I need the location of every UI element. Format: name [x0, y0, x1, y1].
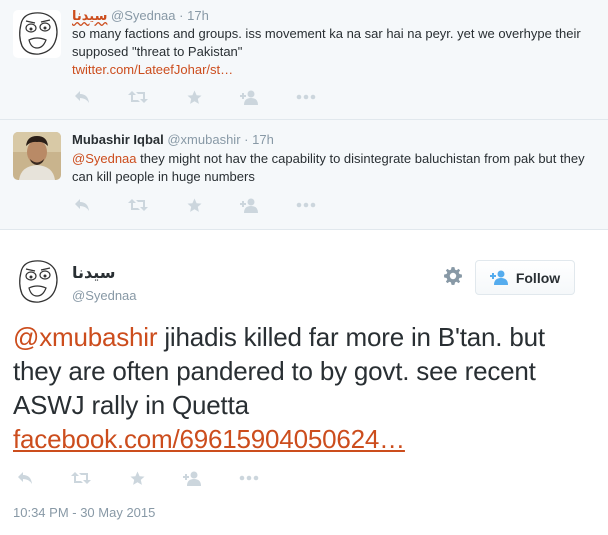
author-name[interactable]: Mubashir Iqbal [72, 132, 164, 147]
more-icon[interactable] [296, 197, 316, 213]
avatar-rageface[interactable] [13, 10, 61, 58]
reply-icon[interactable] [72, 197, 92, 213]
tweet-text: @xmubashir jihadis killed far more in B'… [13, 320, 593, 456]
tweet-link[interactable]: twitter.com/LateefJohar/st… [72, 62, 233, 77]
separator-dot: · [179, 8, 184, 23]
retweet-icon[interactable] [128, 197, 148, 213]
star-icon[interactable] [184, 89, 204, 105]
retweet-icon[interactable] [128, 89, 148, 105]
tweet-text-body: they might not hav the capability to dis… [72, 151, 585, 184]
star-icon[interactable] [127, 470, 147, 486]
author-name[interactable]: سیدنا [72, 8, 107, 23]
mention-link[interactable]: @Syednaa [72, 151, 137, 166]
reply-icon[interactable] [15, 470, 35, 486]
tweet-time[interactable]: 17h [187, 8, 209, 23]
follow-person-icon[interactable] [240, 197, 260, 213]
author-handle[interactable]: @Syednaa [72, 288, 137, 303]
more-icon[interactable] [239, 470, 259, 486]
author-handle[interactable]: @xmubashir [167, 132, 240, 147]
avatar-mubashir[interactable] [13, 132, 61, 180]
tweet-actions [15, 470, 295, 486]
follow-person-icon [489, 270, 510, 285]
follow-label: Follow [515, 269, 561, 286]
tweet-card-syednaa[interactable]: سیدنا @Syednaa · 17h so many factions an… [0, 0, 608, 120]
more-icon[interactable] [296, 89, 316, 105]
star-icon[interactable] [184, 197, 204, 213]
tweet-text: so many factions and groups. iss movemen… [72, 25, 592, 79]
tweet-text-body: so many factions and groups. iss movemen… [72, 26, 581, 59]
retweet-icon[interactable] [71, 470, 91, 486]
tweet-header: Mubashir Iqbal @xmubashir · 17h [72, 132, 274, 148]
mention-link[interactable]: @xmubashir [13, 322, 158, 352]
tweet-text: @Syednaa they might not hav the capabili… [72, 150, 592, 186]
tweet-card-mubashir[interactable]: Mubashir Iqbal @xmubashir · 17h @Syednaa… [0, 120, 608, 230]
follow-person-icon[interactable] [183, 470, 203, 486]
tweet-header: سیدنا @Syednaa · 17h [72, 8, 209, 24]
main-tweet: سیدنا @Syednaa Follow @xmubashir jihadis… [0, 230, 608, 535]
separator-dot: · [244, 132, 249, 147]
tweet-link[interactable]: facebook.com/69615904050624… [13, 424, 405, 454]
reply-icon[interactable] [72, 89, 92, 105]
author-name[interactable]: سیدنا [72, 263, 116, 283]
author-handle[interactable]: @Syednaa [111, 8, 176, 23]
gear-icon[interactable] [444, 267, 462, 290]
tweet-actions [72, 197, 352, 213]
tweet-time[interactable]: 17h [252, 132, 274, 147]
tweet-actions [72, 89, 352, 105]
follow-person-icon[interactable] [240, 89, 260, 105]
follow-button[interactable]: Follow [475, 260, 575, 295]
tweet-timestamp[interactable]: 10:34 PM - 30 May 2015 [13, 505, 155, 520]
avatar-rageface[interactable] [13, 258, 61, 306]
